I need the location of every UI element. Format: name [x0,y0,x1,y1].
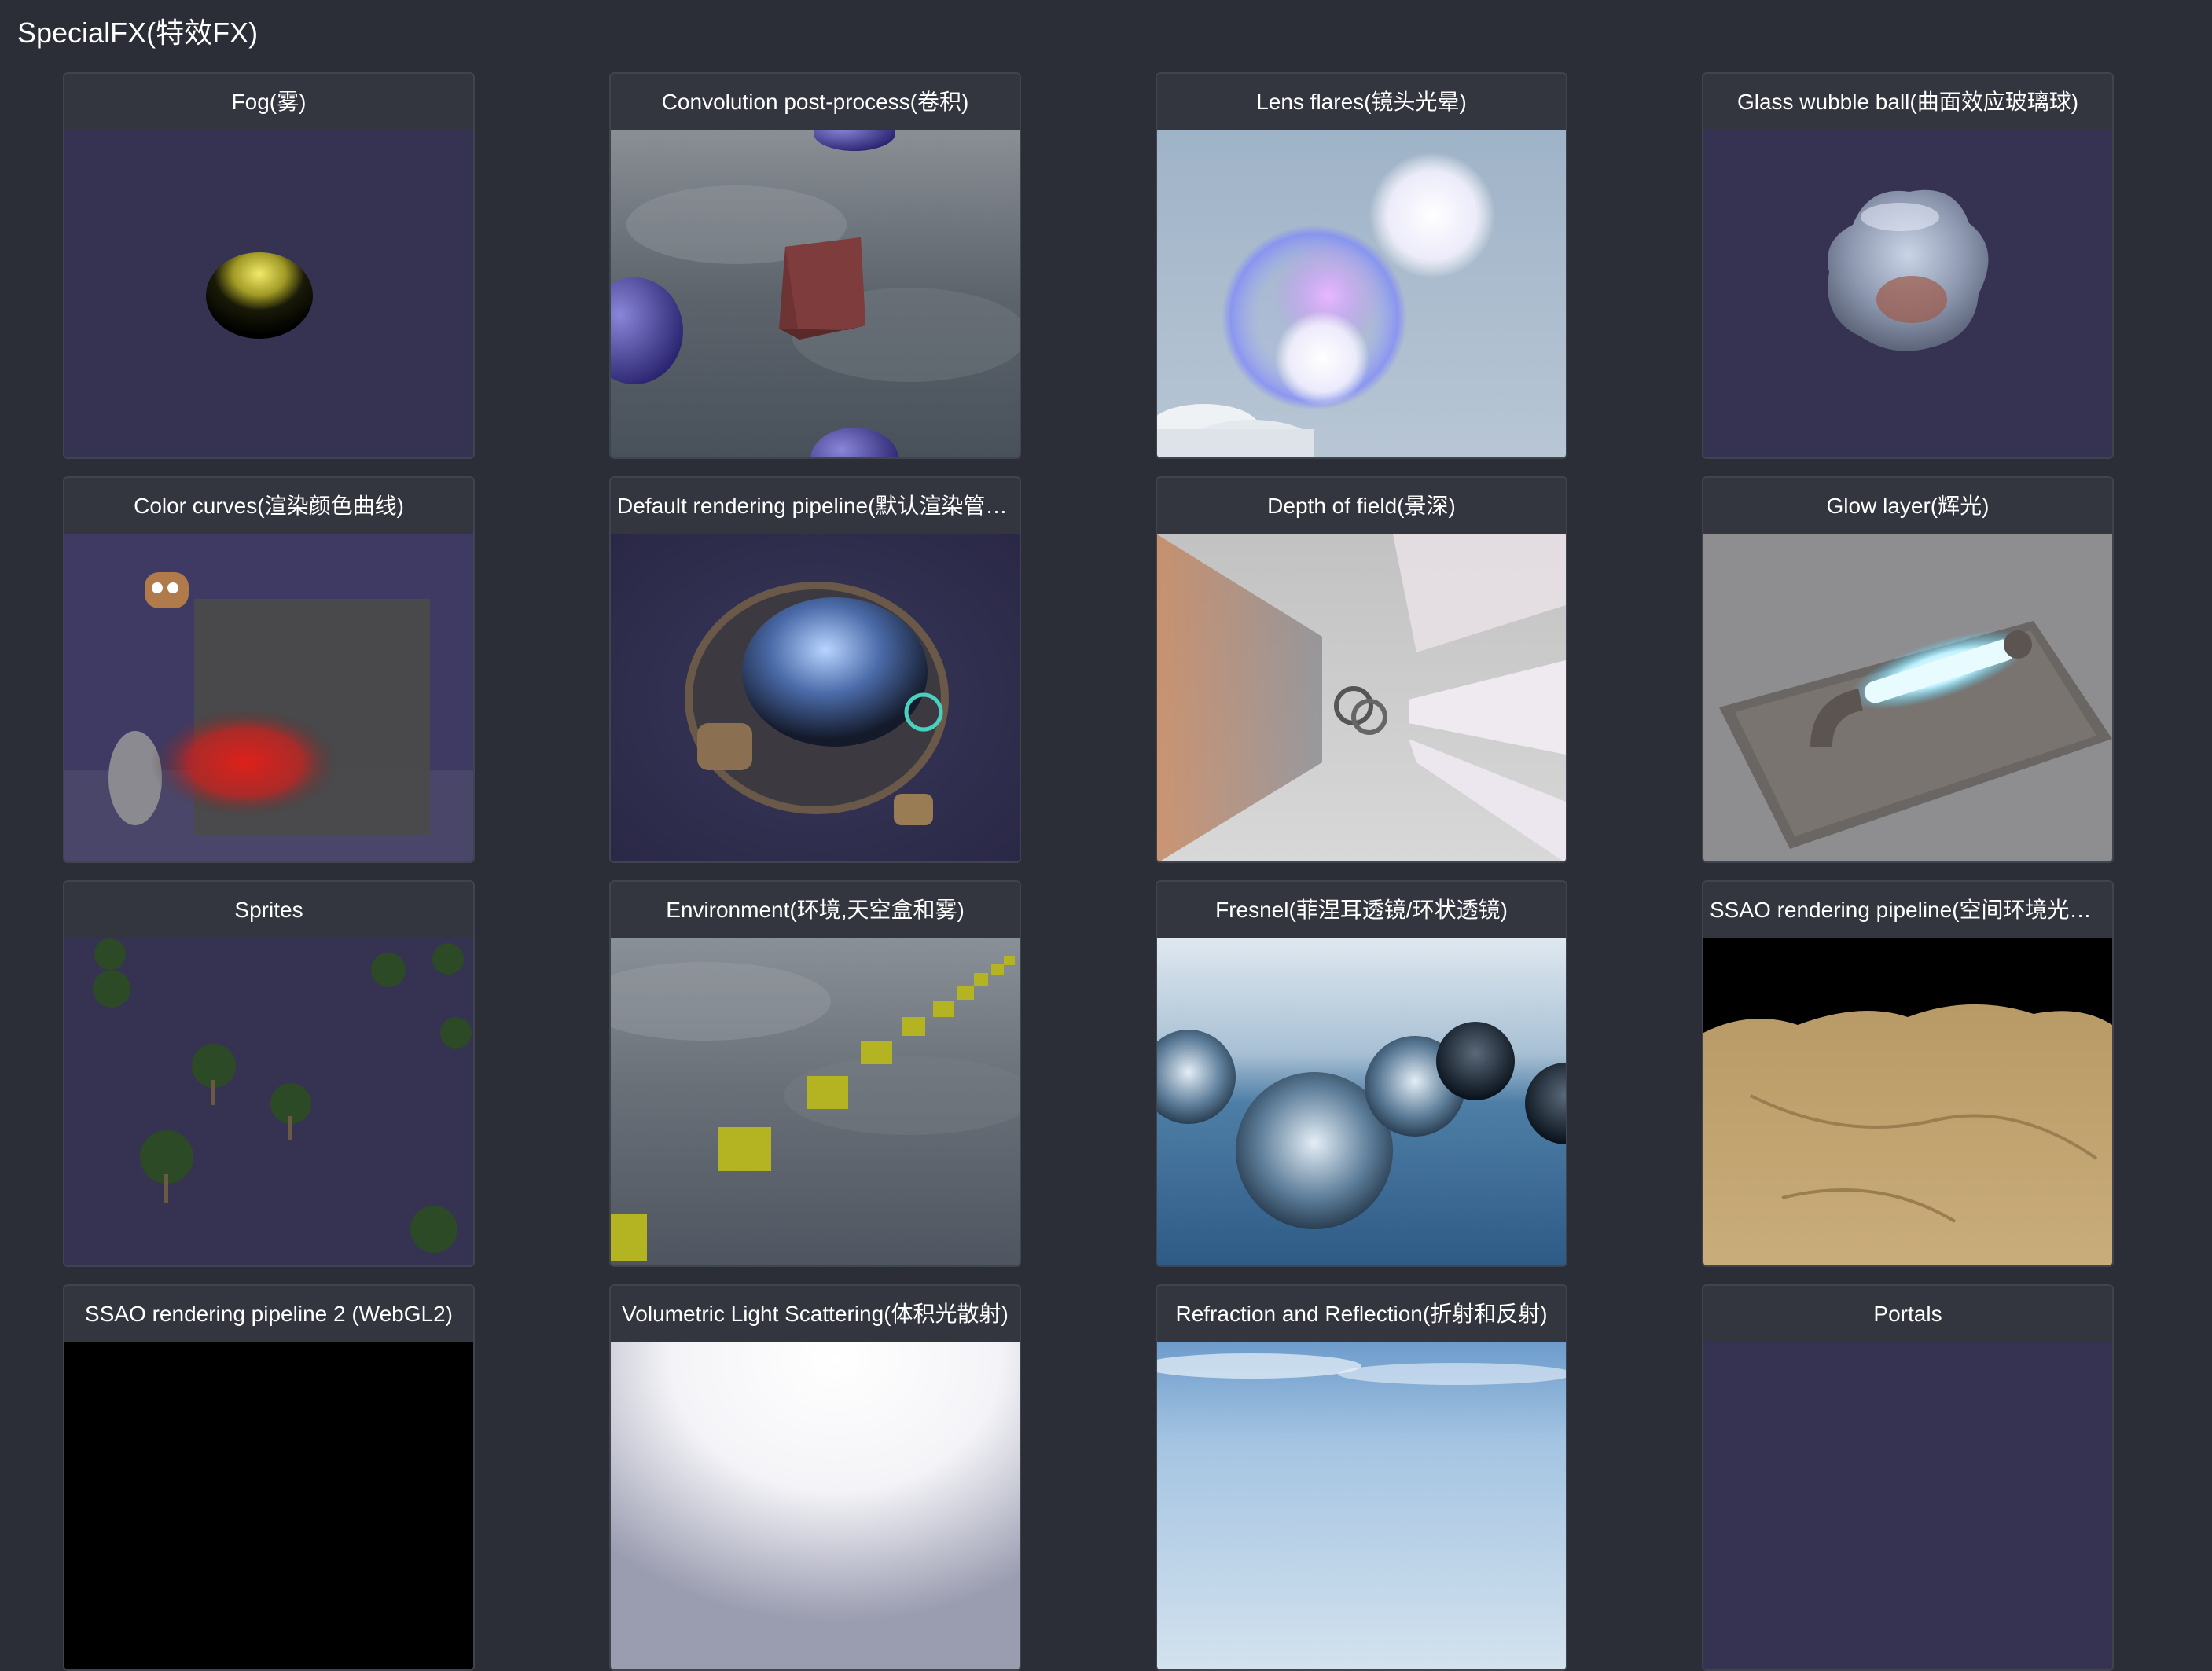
fog-thumbnail [64,130,473,457]
demo-card-lens-flares[interactable]: Lens flares(镜头光晕) [1156,72,1567,459]
demo-card-environment[interactable]: Environment(环境,天空盒和雾) [609,880,1021,1267]
card-title: Fresnel(菲涅耳透镜/环状透镜) [1157,882,1566,938]
card-title: Glow layer(辉光) [1703,478,2112,534]
refraction-thumbnail [1157,1342,1566,1669]
environment-thumbnail [611,938,1020,1265]
card-title: Sprites [64,882,473,938]
demo-card-glow-layer[interactable]: Glow layer(辉光) [1702,476,2114,863]
convolution-thumbnail [611,130,1020,457]
demo-card-volumetric-light[interactable]: Volumetric Light Scattering(体积光散射) [609,1284,1021,1671]
card-title: Convolution post-process(卷积) [611,74,1020,130]
card-title: Glass wubble ball(曲面效应玻璃球) [1703,74,2112,130]
card-title: Color curves(渲染颜色曲线) [64,478,473,534]
ssao2-thumbnail [64,1342,473,1669]
demo-card-portals[interactable]: Portals [1702,1284,2114,1671]
demo-card-color-curves[interactable]: Color curves(渲染颜色曲线) [63,476,475,863]
sprites-thumbnail [64,938,473,1265]
demo-card-depth-of-field[interactable]: Depth of field(景深) [1156,476,1567,863]
color-curves-thumbnail [64,534,473,861]
lens-flares-thumbnail [1157,130,1566,457]
card-title: Portals [1703,1286,2112,1342]
glass-ball-thumbnail [1703,130,2112,457]
card-title: SSAO rendering pipeline 2 (WebGL2) [64,1286,473,1342]
card-title: Refraction and Reflection(折射和反射) [1157,1286,1566,1342]
glow-layer-thumbnail [1703,534,2112,861]
card-title: SSAO rendering pipeline(空间环境光遮... [1703,882,2112,938]
ssao-thumbnail [1703,938,2112,1265]
portals-thumbnail [1703,1342,2112,1669]
volumetric-light-thumbnail [611,1342,1020,1669]
section-title: SpecialFX(特效FX) [17,17,259,49]
demo-card-ssao2[interactable]: SSAO rendering pipeline 2 (WebGL2) [63,1284,475,1671]
demo-card-fresnel[interactable]: Fresnel(菲涅耳透镜/环状透镜) [1156,880,1567,1267]
card-title: Depth of field(景深) [1157,478,1566,534]
demo-card-default-pipeline[interactable]: Default rendering pipeline(默认渲染管线) [609,476,1021,863]
demo-grid: Fog(雾) Convolution post-process(卷积) Lens… [63,72,2115,1671]
card-title: Lens flares(镜头光晕) [1157,74,1566,130]
card-title: Default rendering pipeline(默认渲染管线) [611,478,1020,534]
fresnel-thumbnail [1157,938,1566,1265]
demo-card-convolution[interactable]: Convolution post-process(卷积) [609,72,1021,459]
demo-card-sprites[interactable]: Sprites [63,880,475,1267]
demo-card-ssao[interactable]: SSAO rendering pipeline(空间环境光遮... [1702,880,2114,1267]
card-title: Environment(环境,天空盒和雾) [611,882,1020,938]
demo-card-glass-wubble[interactable]: Glass wubble ball(曲面效应玻璃球) [1702,72,2114,459]
helmet-thumbnail [611,534,1020,861]
card-title: Volumetric Light Scattering(体积光散射) [611,1286,1020,1342]
demo-card-refraction[interactable]: Refraction and Reflection(折射和反射) [1156,1284,1567,1671]
demo-card-fog[interactable]: Fog(雾) [63,72,475,459]
depth-of-field-thumbnail [1157,534,1566,861]
card-title: Fog(雾) [64,74,473,130]
